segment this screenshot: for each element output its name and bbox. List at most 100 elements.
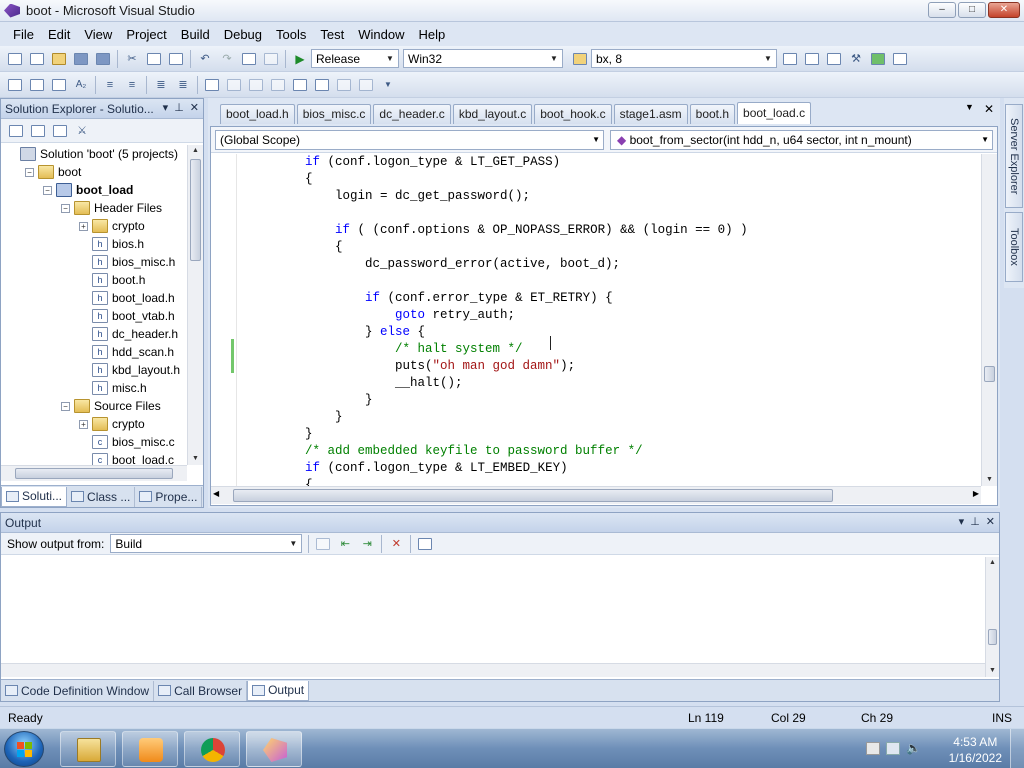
go-to-next-message-icon[interactable]: ⇥ <box>358 535 376 553</box>
minimize-button[interactable]: – <box>928 2 956 18</box>
taskbar-visual-studio[interactable] <box>246 731 302 767</box>
tree-item[interactable]: − Source Files <box>1 397 187 415</box>
next-bookmark-icon[interactable] <box>247 76 265 94</box>
server-explorer-tab[interactable]: Server Explorer <box>1005 104 1023 208</box>
taskbar-media-player[interactable] <box>122 731 178 767</box>
comment-out-icon[interactable]: ≣ <box>152 76 170 94</box>
undo-icon[interactable]: ↶ <box>196 50 214 68</box>
tree-item[interactable]: h boot.h <box>1 271 187 289</box>
class-diagram-icon[interactable]: ⚔ <box>73 122 91 140</box>
add-item-icon[interactable] <box>28 50 46 68</box>
output-text-area[interactable] <box>1 557 987 677</box>
tree-item[interactable]: + crypto <box>1 415 187 433</box>
document-tab[interactable]: bios_misc.c <box>296 104 372 124</box>
scroll-left-icon[interactable]: ◀ <box>213 489 219 498</box>
document-tab[interactable]: boot_load.c <box>737 102 812 124</box>
document-tab[interactable]: stage1.asm <box>613 104 688 124</box>
scrollbar-thumb[interactable] <box>15 468 173 479</box>
collapse-icon[interactable]: − <box>61 203 70 213</box>
tree-item[interactable]: h boot_load.h <box>1 289 187 307</box>
property-manager-tab[interactable]: Prope... <box>135 486 203 507</box>
redo-icon[interactable]: ↷ <box>218 50 236 68</box>
tree-item[interactable]: − Header Files <box>1 199 187 217</box>
tree-item[interactable]: c bios_misc.c <box>1 433 187 451</box>
auto-hide-pin-icon[interactable]: ⊥ <box>174 101 184 114</box>
tree-item[interactable]: h dc_header.h <box>1 325 187 343</box>
tree-item[interactable]: c boot_load.c <box>1 451 187 465</box>
save-all-icon[interactable] <box>94 50 112 68</box>
maximize-button[interactable]: □ <box>958 2 986 18</box>
action-center-icon[interactable] <box>866 742 880 755</box>
clear-all-icon[interactable]: ✕ <box>387 535 405 553</box>
tree-item[interactable]: Solution 'boot' (5 projects) <box>1 145 187 163</box>
menu-edit[interactable]: Edit <box>41 27 77 42</box>
scrollbar-thumb[interactable] <box>190 159 201 261</box>
editor-horizontal-scrollbar[interactable]: ◀ ▶ <box>211 486 981 504</box>
scrollbar-thumb[interactable] <box>233 489 833 502</box>
start-debugging-icon[interactable]: ▶ <box>291 50 309 68</box>
display-object-member-list-icon[interactable] <box>6 76 24 94</box>
tree-item[interactable]: + crypto <box>1 217 187 235</box>
menu-file[interactable]: File <box>6 27 41 42</box>
menu-build[interactable]: Build <box>174 27 217 42</box>
next-bookmark-document-icon[interactable] <box>335 76 353 94</box>
collapse-icon[interactable]: − <box>25 167 34 177</box>
find-combo[interactable]: bx, 8 ▼ <box>591 49 777 68</box>
auto-hide-pin-icon[interactable]: ⊥ <box>970 515 980 528</box>
open-file-icon[interactable] <box>50 50 68 68</box>
properties-icon[interactable] <box>825 50 843 68</box>
scroll-down-icon[interactable]: ▼ <box>982 474 997 486</box>
solution-explorer-tab[interactable]: Soluti... <box>1 486 68 507</box>
command-window-icon[interactable] <box>891 50 909 68</box>
output-horizontal-scrollbar[interactable] <box>1 663 985 677</box>
scrollbar-thumb[interactable] <box>984 366 995 382</box>
document-tab[interactable]: dc_header.c <box>373 104 451 124</box>
previous-bookmark-document-icon[interactable] <box>313 76 331 94</box>
previous-bookmark-icon[interactable] <box>225 76 243 94</box>
navigate-backward-icon[interactable] <box>240 50 258 68</box>
save-icon[interactable] <box>72 50 90 68</box>
menu-window[interactable]: Window <box>351 27 411 42</box>
collapse-icon[interactable]: − <box>61 401 70 411</box>
find-message-in-code-icon[interactable] <box>314 535 332 553</box>
menu-view[interactable]: View <box>77 27 119 42</box>
display-word-completion-icon[interactable]: A₂ <box>72 76 90 94</box>
tree-item[interactable]: h misc.h <box>1 379 187 397</box>
increase-indent-icon[interactable]: ≡ <box>123 76 141 94</box>
start-button[interactable] <box>4 731 44 767</box>
tree-item[interactable]: h kbd_layout.h <box>1 361 187 379</box>
scroll-right-icon[interactable]: ▶ <box>973 489 979 498</box>
show-all-files-icon[interactable] <box>29 122 47 140</box>
clear-bookmarks-icon[interactable] <box>357 76 375 94</box>
toolbox-tab[interactable]: Toolbox <box>1005 212 1023 282</box>
tree-item[interactable]: h hdd_scan.h <box>1 343 187 361</box>
menu-project[interactable]: Project <box>119 27 173 42</box>
call-browser-tab[interactable]: Call Browser <box>154 680 248 701</box>
display-parameter-info-icon[interactable] <box>28 76 46 94</box>
window-position-icon[interactable]: ▾ <box>163 101 169 114</box>
solution-platform-select[interactable]: Win32 ▼ <box>403 49 563 68</box>
scroll-down-icon[interactable]: ▼ <box>986 665 999 677</box>
cut-icon[interactable]: ✂ <box>123 50 141 68</box>
menu-test[interactable]: Test <box>313 27 351 42</box>
volume-icon[interactable]: 🔈 <box>906 742 921 755</box>
active-files-icon[interactable]: ▼ <box>965 102 974 116</box>
copy-icon[interactable] <box>145 50 163 68</box>
next-bookmark-folder-icon[interactable] <box>291 76 309 94</box>
document-tab[interactable]: boot.h <box>689 104 736 124</box>
window-position-icon[interactable]: ▾ <box>959 515 965 528</box>
properties-icon[interactable] <box>7 122 25 140</box>
show-desktop-button[interactable] <box>1010 729 1024 768</box>
tree-item[interactable]: h boot_vtab.h <box>1 307 187 325</box>
solution-explorer-icon[interactable] <box>803 50 821 68</box>
close-button[interactable]: ✕ <box>988 2 1020 18</box>
taskbar-clock[interactable]: 4:53 AM 1/16/2022 <box>949 734 1002 766</box>
close-icon[interactable]: ✕ <box>986 515 995 528</box>
toggle-word-wrap-icon[interactable] <box>416 535 434 553</box>
toolbox-icon[interactable]: ⚒ <box>847 50 865 68</box>
output-vertical-scrollbar[interactable]: ▲ ▼ <box>985 557 999 677</box>
editor-vertical-scrollbar[interactable]: ▼ <box>981 154 997 486</box>
tree-item[interactable]: h bios.h <box>1 235 187 253</box>
scope-select[interactable]: (Global Scope) ▼ <box>215 129 604 150</box>
menu-help[interactable]: Help <box>411 27 452 42</box>
